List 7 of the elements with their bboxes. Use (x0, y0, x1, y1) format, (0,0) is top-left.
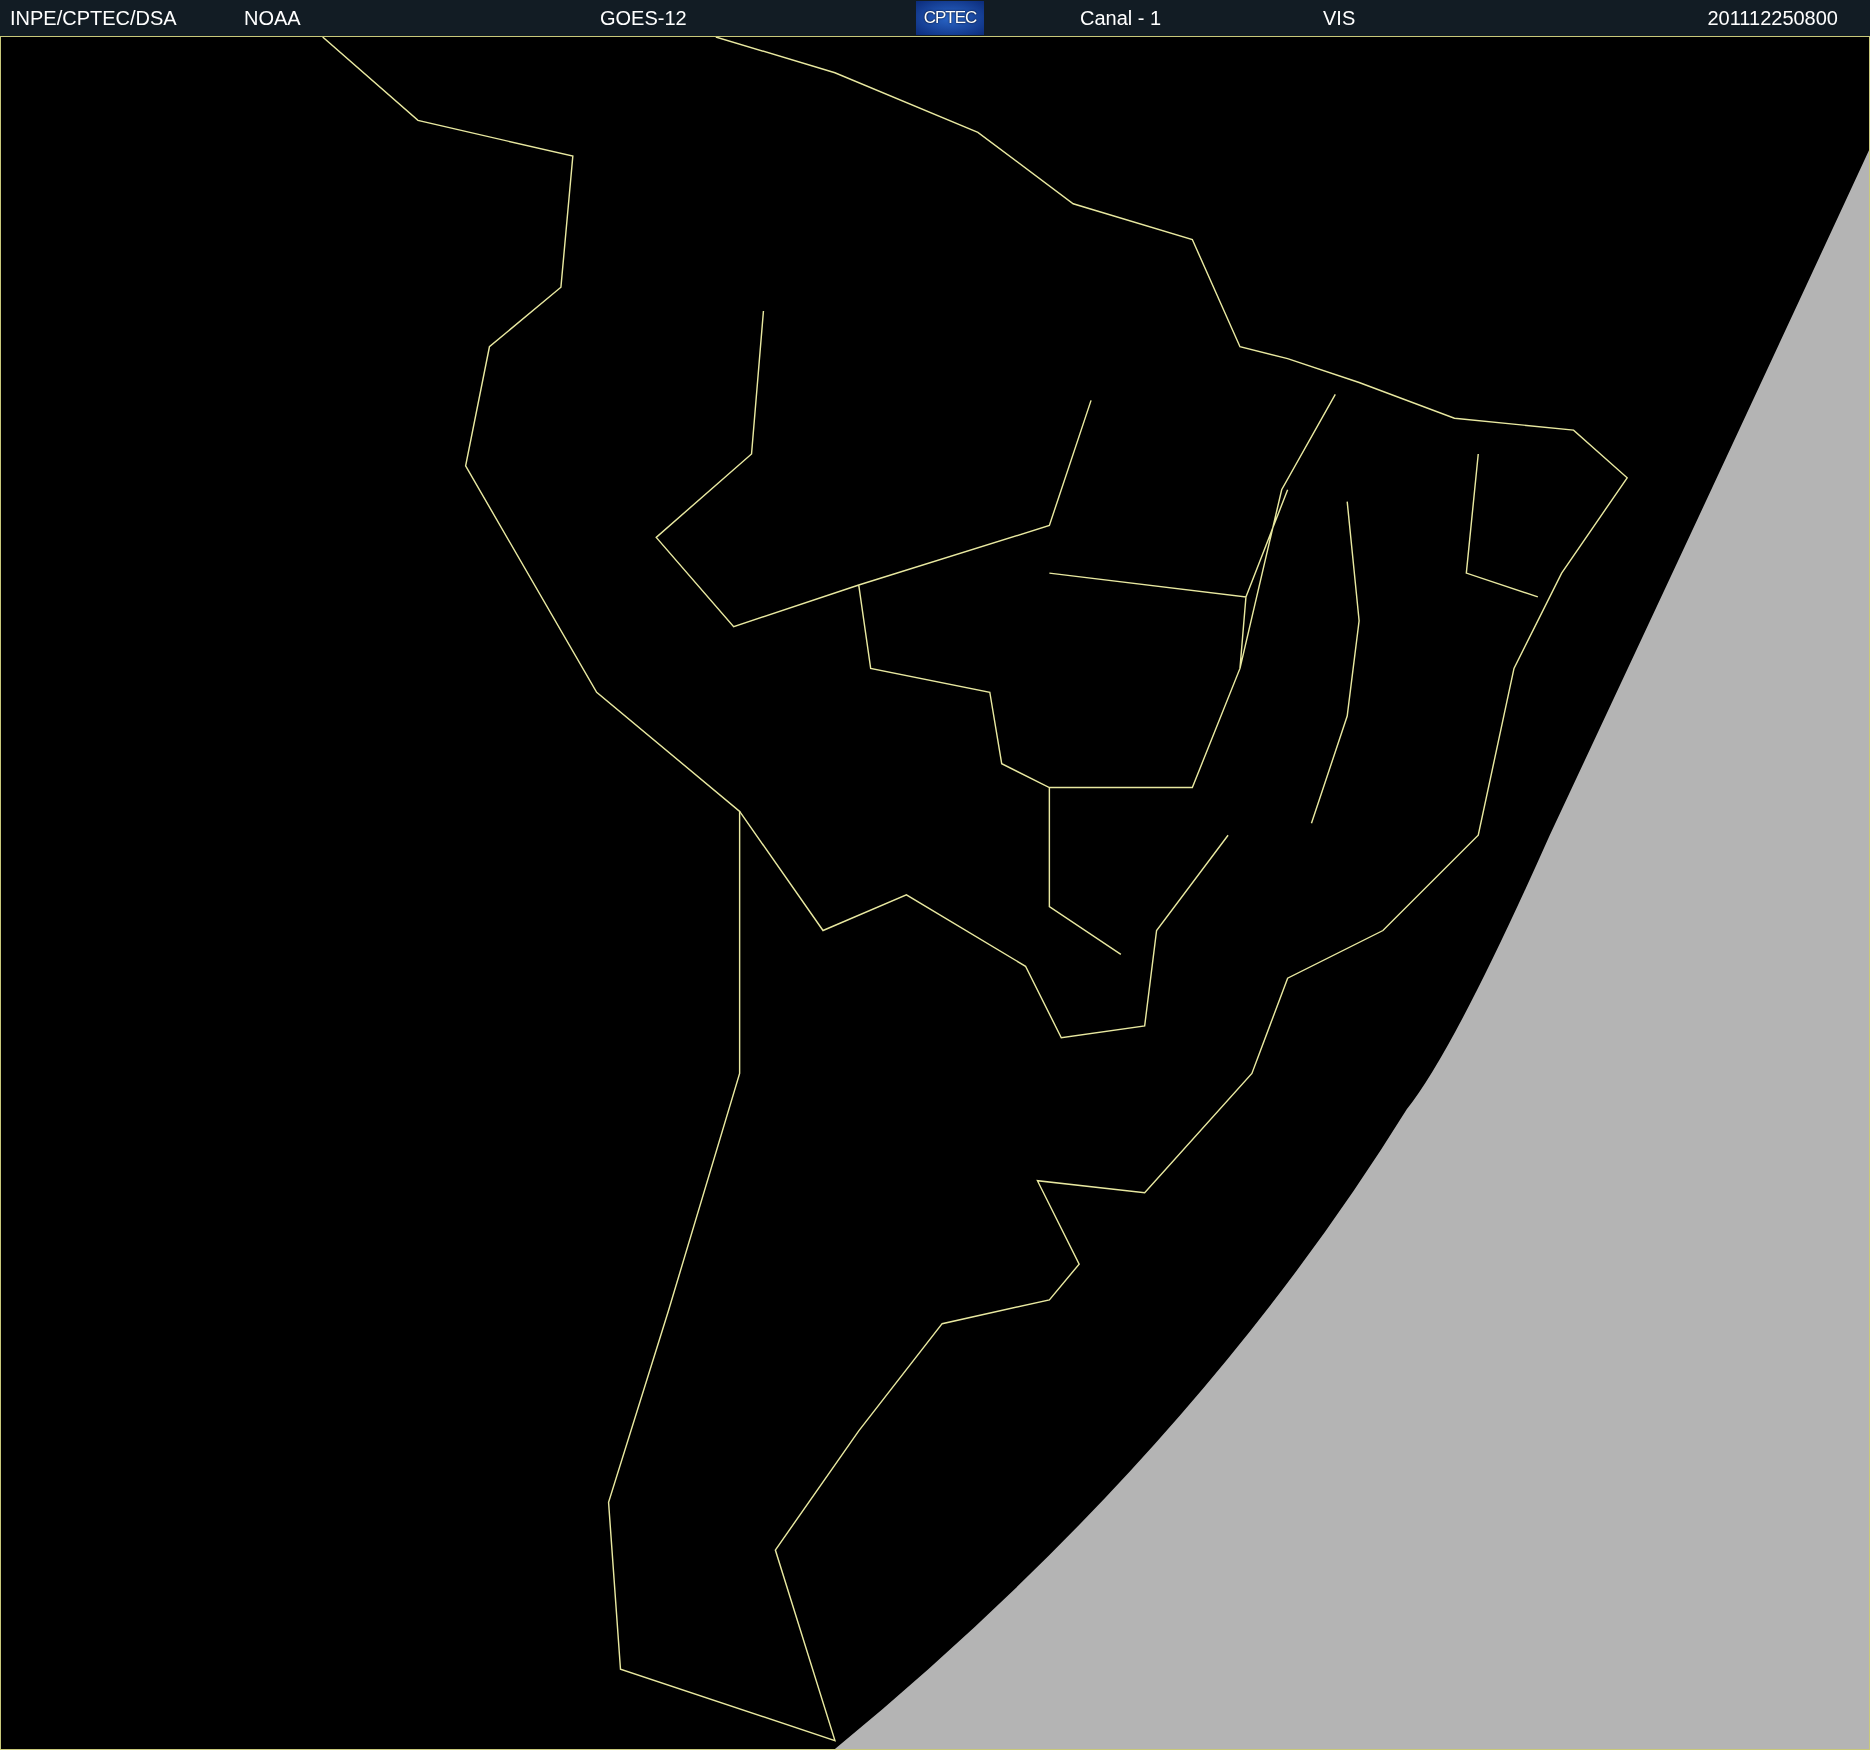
timestamp-label: 201112250800 (1707, 6, 1838, 30)
satellite-label: GOES-12 (600, 6, 688, 30)
channel-label: Canal - 1 (1080, 6, 1163, 30)
source-label: NOAA (244, 6, 302, 30)
agency-label: INPE/CPTEC/DSA (10, 6, 178, 30)
band-label: VIS (1323, 6, 1357, 30)
logo: CPTEC (916, 1, 984, 35)
